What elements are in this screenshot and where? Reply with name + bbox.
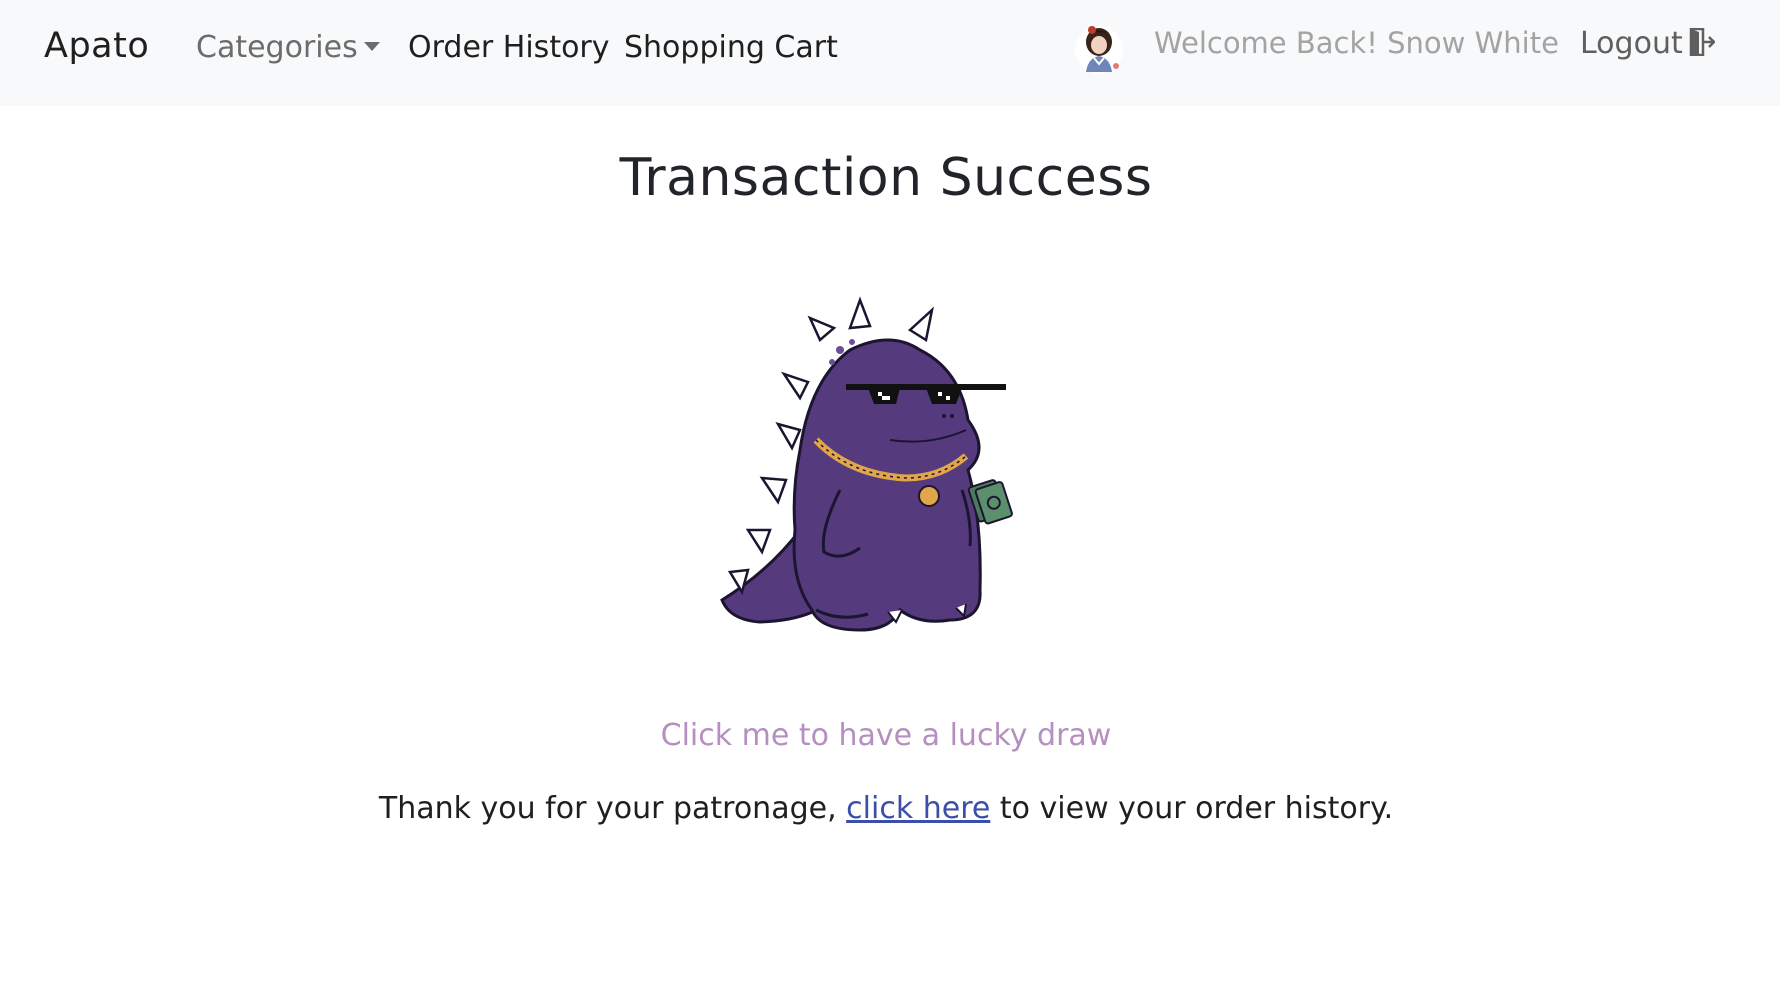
chevron-down-icon [363,42,380,51]
nav-shopping-cart[interactable]: Shopping Cart [624,30,838,65]
brand-logo[interactable]: Apato [44,26,149,66]
nav-order-history[interactable]: Order History [408,30,610,65]
page-title: Transaction Success [619,148,1153,208]
welcome-message: Welcome Back! Snow White [1154,26,1559,60]
categories-label: Categories [196,30,358,65]
top-navbar: Apato Categories Order History Shopping … [0,0,1780,106]
logout-icon [1689,27,1715,56]
logout-button[interactable]: Logout [1580,26,1715,61]
logout-label: Logout [1580,26,1683,61]
thanks-suffix: to view your order history. [999,791,1394,826]
order-history-link[interactable]: click here [846,791,990,826]
order-history-message: Thank you for your patronage, click here… [0,791,1772,826]
thanks-prefix: Thank you for your patronage, [378,791,837,826]
categories-dropdown[interactable]: Categories [196,30,380,65]
dinosaur-mascot-image [720,296,1013,632]
lucky-draw-button[interactable]: Click me to have a lucky draw [0,718,1772,753]
avatar [1075,26,1123,74]
